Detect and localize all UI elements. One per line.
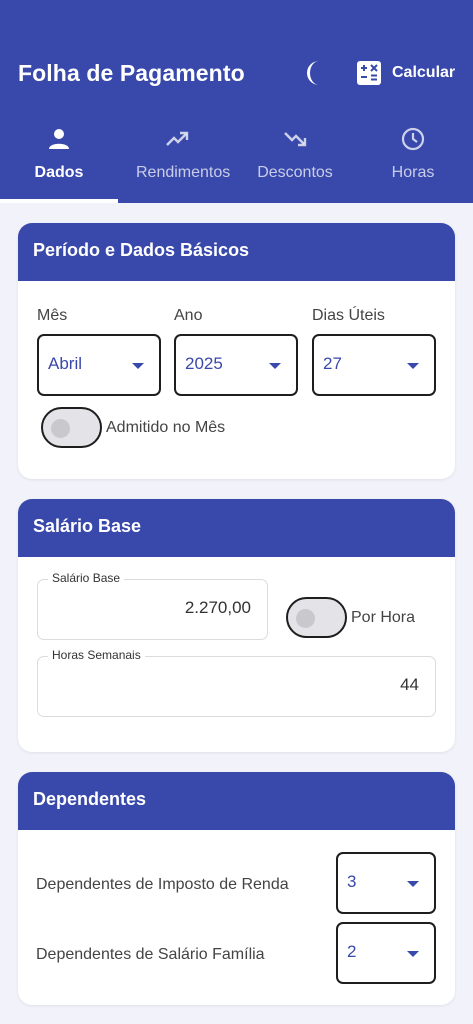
horas-semanais-value: 44 bbox=[400, 675, 419, 694]
periodo-card-title: Período e Dados Básicos bbox=[18, 223, 455, 281]
tab-horas[interactable]: Horas bbox=[354, 118, 472, 203]
trending-down-icon bbox=[284, 132, 307, 147]
mes-value: Abril bbox=[48, 354, 83, 373]
dependentes-sf-value: 2 bbox=[347, 942, 357, 961]
dependentes-ir-label: Dependentes de Imposto de Renda bbox=[36, 876, 289, 893]
dependentes-card-title: Dependentes bbox=[18, 772, 455, 830]
salario-card-title: Salário Base bbox=[18, 499, 455, 557]
clock-icon bbox=[401, 127, 425, 151]
dark-mode-moon-icon[interactable] bbox=[303, 59, 329, 87]
mes-select[interactable]: Abril bbox=[37, 334, 161, 396]
calculator-icon bbox=[357, 61, 381, 85]
admitido-label: Admitido no Mês bbox=[106, 419, 226, 436]
dropdown-arrow-icon bbox=[407, 881, 419, 887]
ano-value: 2025 bbox=[185, 354, 223, 373]
toggle-knob bbox=[296, 609, 315, 628]
dropdown-arrow-icon bbox=[269, 363, 281, 369]
periodo-card: Período e Dados Básicos Mês Abril Ano 20… bbox=[18, 223, 455, 479]
dependentes-sf-select[interactable]: 2 bbox=[336, 922, 436, 984]
dropdown-arrow-icon bbox=[407, 951, 419, 957]
dependentes-ir-value: 3 bbox=[347, 872, 357, 891]
calculate-button[interactable]: Calcular bbox=[356, 58, 455, 88]
app-title: Folha de Pagamento bbox=[18, 60, 245, 86]
tab-label: Descontos bbox=[257, 164, 333, 181]
tab-label: Rendimentos bbox=[136, 164, 231, 181]
dropdown-arrow-icon bbox=[407, 363, 419, 369]
mes-label: Mês bbox=[37, 307, 68, 324]
ano-select[interactable]: 2025 bbox=[174, 334, 298, 396]
salario-base-field[interactable]: Salário Base 2.270,00 bbox=[37, 571, 268, 640]
salario-base-value: 2.270,00 bbox=[184, 598, 251, 617]
dias-uteis-label: Dias Úteis bbox=[312, 307, 385, 324]
dependentes-ir-select[interactable]: 3 bbox=[336, 852, 436, 914]
app-bar: Folha de Pagamento Calcular Dados Rendim… bbox=[0, 0, 473, 203]
tab-rendimentos[interactable]: Rendimentos bbox=[118, 118, 236, 203]
active-tab-indicator bbox=[0, 199, 118, 203]
salario-card: Salário Base Salário Base 2.270,00 Por H… bbox=[18, 499, 455, 752]
dependentes-sf-label: Dependentes de Salário Família bbox=[36, 946, 265, 963]
horas-semanais-field[interactable]: Horas Semanais 44 bbox=[37, 648, 436, 717]
tab-label: Dados bbox=[34, 164, 84, 181]
ano-label: Ano bbox=[174, 307, 203, 324]
dias-uteis-select[interactable]: 27 bbox=[312, 334, 436, 396]
dropdown-arrow-icon bbox=[132, 363, 144, 369]
tab-bar: Dados Rendimentos Descontos Horas bbox=[0, 118, 473, 203]
por-hora-toggle[interactable] bbox=[286, 597, 347, 638]
dependentes-card: Dependentes Dependentes de Imposto de Re… bbox=[18, 772, 455, 1005]
horas-semanais-label: Horas Semanais bbox=[48, 648, 145, 662]
person-icon bbox=[49, 129, 69, 149]
toggle-knob bbox=[51, 419, 70, 438]
salario-base-label: Salário Base bbox=[48, 571, 125, 585]
tab-dados[interactable]: Dados bbox=[0, 118, 118, 203]
trending-up-icon bbox=[166, 131, 189, 146]
calculate-label: Calcular bbox=[392, 64, 456, 81]
por-hora-label: Por Hora bbox=[351, 609, 416, 626]
dias-uteis-value: 27 bbox=[323, 354, 342, 373]
tab-descontos[interactable]: Descontos bbox=[236, 118, 354, 203]
tab-label: Horas bbox=[391, 164, 435, 181]
admitido-toggle[interactable] bbox=[41, 407, 102, 448]
